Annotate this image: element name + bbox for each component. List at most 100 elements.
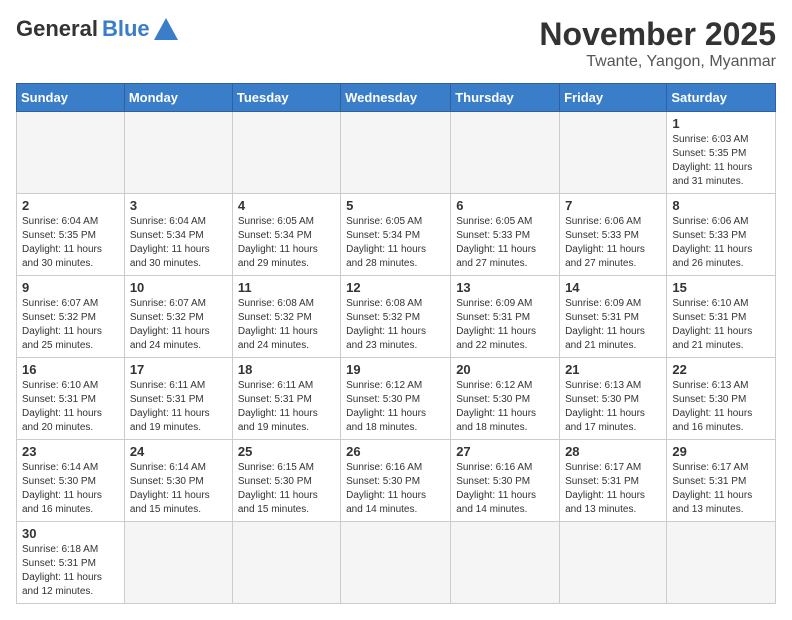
day-cell: 6 Sunrise: 6:05 AM Sunset: 5:33 PM Daylig… (451, 194, 560, 276)
day-number: 2 (22, 198, 119, 213)
day-cell: 12 Sunrise: 6:08 AM Sunset: 5:32 PM Dayli… (341, 276, 451, 358)
day-cell (451, 522, 560, 604)
day-cell: 7Sunrise: 6:06 AM Sunset: 5:33 PM Daylig… (560, 194, 667, 276)
day-cell (341, 112, 451, 194)
day-number: 29 (672, 444, 770, 459)
day-cell: 23 Sunrise: 6:14 AM Sunset: 5:30 PM Dayli… (17, 440, 125, 522)
day-number: 19 (346, 362, 445, 377)
month-title: November 2025 (539, 16, 776, 53)
day-info: Sunrise: 6:12 AM Sunset: 5:30 PM Dayligh… (456, 379, 554, 435)
day-cell: 3Sunrise: 6:04 AM Sunset: 5:34 PM Daylig… (124, 194, 232, 276)
day-cell: 16 Sunrise: 6:10 AM Sunset: 5:31 PM Dayli… (17, 358, 125, 440)
day-cell (560, 522, 667, 604)
day-info: Sunrise: 6:09 AM Sunset: 5:31 PM Dayligh… (456, 297, 554, 353)
day-number: 15 (672, 280, 770, 295)
day-info: Sunrise: 6:05 AM Sunset: 5:34 PM Dayligh… (238, 215, 335, 271)
day-info: Sunrise: 6:15 AM Sunset: 5:30 PM Dayligh… (238, 461, 335, 517)
day-cell: 18Sunrise: 6:11 AM Sunset: 5:31 PM Dayli… (232, 358, 340, 440)
header-row: SundayMondayTuesdayWednesdayThursdayFrid… (17, 84, 776, 112)
day-cell: 10 Sunrise: 6:07 AM Sunset: 5:32 PM Dayli… (124, 276, 232, 358)
weekday-header-wednesday: Wednesday (341, 84, 451, 112)
day-cell: 29 Sunrise: 6:17 AM Sunset: 5:31 PM Dayli… (667, 440, 776, 522)
day-info: Sunrise: 6:14 AM Sunset: 5:30 PM Dayligh… (22, 461, 119, 517)
day-cell: 27Sunrise: 6:16 AM Sunset: 5:30 PM Dayli… (451, 440, 560, 522)
day-cell (667, 522, 776, 604)
calendar-table: SundayMondayTuesdayWednesdayThursdayFrid… (16, 83, 776, 604)
day-number: 25 (238, 444, 335, 459)
weekday-header-thursday: Thursday (451, 84, 560, 112)
day-cell: 24Sunrise: 6:14 AM Sunset: 5:30 PM Dayli… (124, 440, 232, 522)
day-number: 21 (565, 362, 661, 377)
day-info: Sunrise: 6:06 AM Sunset: 5:33 PM Dayligh… (672, 215, 770, 271)
weekday-header-friday: Friday (560, 84, 667, 112)
weekday-header-monday: Monday (124, 84, 232, 112)
day-cell: 15Sunrise: 6:10 AM Sunset: 5:31 PM Dayli… (667, 276, 776, 358)
day-number: 8 (672, 198, 770, 213)
day-info: Sunrise: 6:13 AM Sunset: 5:30 PM Dayligh… (672, 379, 770, 435)
day-cell: 20 Sunrise: 6:12 AM Sunset: 5:30 PM Dayli… (451, 358, 560, 440)
day-number: 10 (130, 280, 227, 295)
weekday-header-saturday: Saturday (667, 84, 776, 112)
day-cell: 28 Sunrise: 6:17 AM Sunset: 5:31 PM Dayli… (560, 440, 667, 522)
day-info: Sunrise: 6:09 AM Sunset: 5:31 PM Dayligh… (565, 297, 661, 353)
day-number: 16 (22, 362, 119, 377)
day-info: Sunrise: 6:08 AM Sunset: 5:32 PM Dayligh… (346, 297, 445, 353)
day-cell (124, 522, 232, 604)
day-info: Sunrise: 6:12 AM Sunset: 5:30 PM Dayligh… (346, 379, 445, 435)
day-cell: 9 Sunrise: 6:07 AM Sunset: 5:32 PM Daylig… (17, 276, 125, 358)
day-info: Sunrise: 6:17 AM Sunset: 5:31 PM Dayligh… (672, 461, 770, 517)
day-cell: 19 Sunrise: 6:12 AM Sunset: 5:30 PM Dayli… (341, 358, 451, 440)
week-row-5: 30 Sunrise: 6:18 AM Sunset: 5:31 PM Dayli… (17, 522, 776, 604)
day-info: Sunrise: 6:11 AM Sunset: 5:31 PM Dayligh… (238, 379, 335, 435)
day-number: 30 (22, 526, 119, 541)
day-info: Sunrise: 6:16 AM Sunset: 5:30 PM Dayligh… (456, 461, 554, 517)
title-area: November 2025 Twante, Yangon, Myanmar (539, 16, 776, 71)
day-number: 22 (672, 362, 770, 377)
day-cell: 14Sunrise: 6:09 AM Sunset: 5:31 PM Dayli… (560, 276, 667, 358)
day-info: Sunrise: 6:03 AM Sunset: 5:35 PM Dayligh… (672, 133, 770, 189)
logo-text-general: General (16, 16, 98, 42)
day-info: Sunrise: 6:07 AM Sunset: 5:32 PM Dayligh… (130, 297, 227, 353)
day-cell: 22 Sunrise: 6:13 AM Sunset: 5:30 PM Dayli… (667, 358, 776, 440)
day-number: 1 (672, 116, 770, 131)
day-cell (232, 112, 340, 194)
day-info: Sunrise: 6:13 AM Sunset: 5:30 PM Dayligh… (565, 379, 661, 435)
day-number: 6 (456, 198, 554, 213)
day-number: 23 (22, 444, 119, 459)
day-info: Sunrise: 6:04 AM Sunset: 5:34 PM Dayligh… (130, 215, 227, 271)
day-cell: 13 Sunrise: 6:09 AM Sunset: 5:31 PM Dayli… (451, 276, 560, 358)
weekday-header-tuesday: Tuesday (232, 84, 340, 112)
day-cell: 21 Sunrise: 6:13 AM Sunset: 5:30 PM Dayli… (560, 358, 667, 440)
day-info: Sunrise: 6:11 AM Sunset: 5:31 PM Dayligh… (130, 379, 227, 435)
day-info: Sunrise: 6:10 AM Sunset: 5:31 PM Dayligh… (22, 379, 119, 435)
week-row-1: 2Sunrise: 6:04 AM Sunset: 5:35 PM Daylig… (17, 194, 776, 276)
day-number: 28 (565, 444, 661, 459)
day-cell: 11Sunrise: 6:08 AM Sunset: 5:32 PM Dayli… (232, 276, 340, 358)
day-number: 13 (456, 280, 554, 295)
day-number: 20 (456, 362, 554, 377)
day-info: Sunrise: 6:18 AM Sunset: 5:31 PM Dayligh… (22, 543, 119, 599)
day-info: Sunrise: 6:05 AM Sunset: 5:34 PM Dayligh… (346, 215, 445, 271)
day-number: 24 (130, 444, 227, 459)
weekday-header-sunday: Sunday (17, 84, 125, 112)
day-number: 12 (346, 280, 445, 295)
day-number: 5 (346, 198, 445, 213)
day-cell (560, 112, 667, 194)
day-cell: 8 Sunrise: 6:06 AM Sunset: 5:33 PM Daylig… (667, 194, 776, 276)
location-title: Twante, Yangon, Myanmar (539, 53, 776, 71)
week-row-4: 23 Sunrise: 6:14 AM Sunset: 5:30 PM Dayli… (17, 440, 776, 522)
day-number: 9 (22, 280, 119, 295)
day-info: Sunrise: 6:17 AM Sunset: 5:31 PM Dayligh… (565, 461, 661, 517)
logo-text-blue: Blue (102, 16, 150, 42)
day-cell: 30 Sunrise: 6:18 AM Sunset: 5:31 PM Dayli… (17, 522, 125, 604)
day-number: 17 (130, 362, 227, 377)
day-number: 26 (346, 444, 445, 459)
day-info: Sunrise: 6:08 AM Sunset: 5:32 PM Dayligh… (238, 297, 335, 353)
day-info: Sunrise: 6:05 AM Sunset: 5:33 PM Dayligh… (456, 215, 554, 271)
day-cell (124, 112, 232, 194)
day-cell: 17 Sunrise: 6:11 AM Sunset: 5:31 PM Dayli… (124, 358, 232, 440)
day-number: 4 (238, 198, 335, 213)
header: General Blue November 2025 Twante, Yango… (16, 16, 776, 71)
day-info: Sunrise: 6:07 AM Sunset: 5:32 PM Dayligh… (22, 297, 119, 353)
day-cell (232, 522, 340, 604)
